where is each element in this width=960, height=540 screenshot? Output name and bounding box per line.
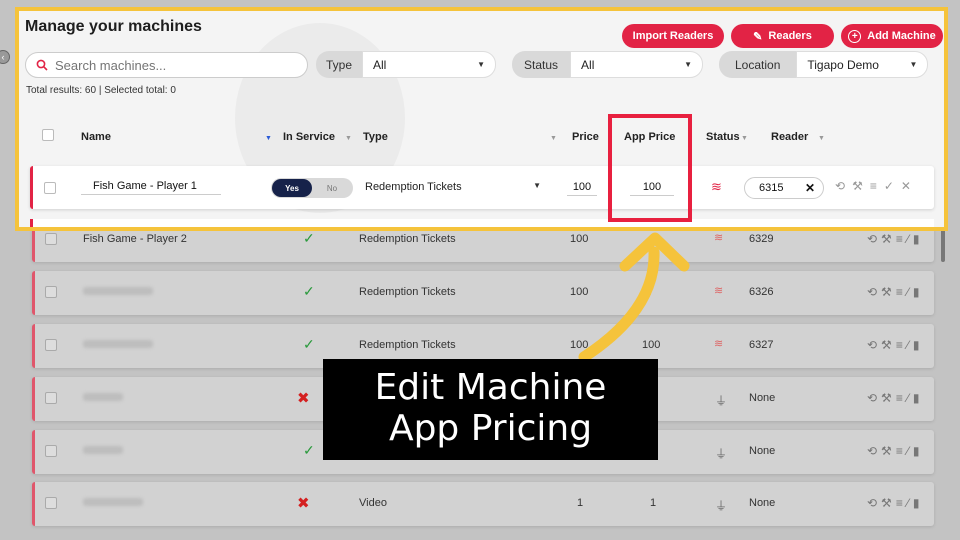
caption-box: Edit Machine App Pricing bbox=[323, 359, 658, 460]
caption-line-2: App Pricing bbox=[388, 408, 593, 449]
caption-line-1: Edit Machine bbox=[374, 367, 607, 408]
